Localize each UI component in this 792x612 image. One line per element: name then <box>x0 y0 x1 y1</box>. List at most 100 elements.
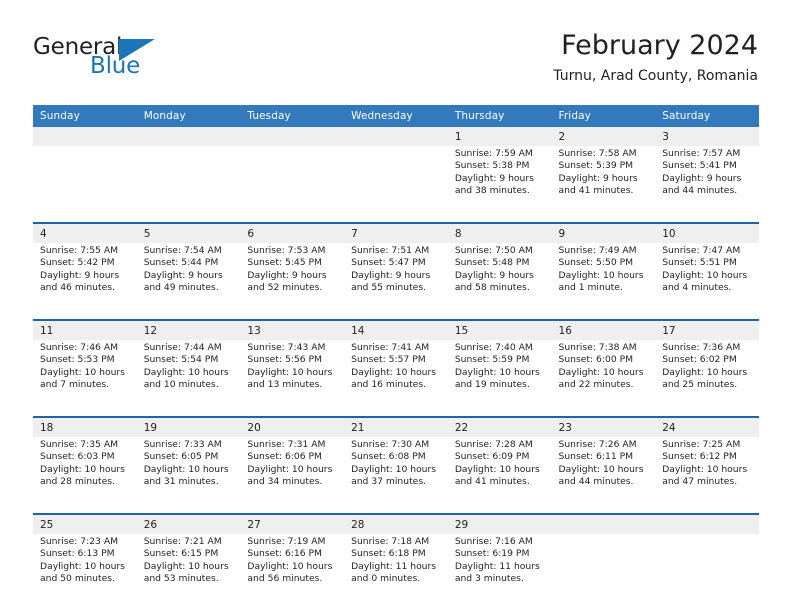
day-detail-line: Daylight: 10 hours <box>247 560 333 572</box>
day-detail-cell[interactable]: Sunrise: 7:26 AM Sunset: 6:11 PM Daylight:… <box>551 437 656 514</box>
day-number-cell[interactable]: 11 <box>33 319 137 340</box>
day-detail-cell[interactable]: Sunrise: 7:44 AM Sunset: 5:54 PM Daylight:… <box>136 340 241 417</box>
day-detail-line: Sunset: 5:51 PM <box>662 257 737 269</box>
day-detail-line: and 55 minutes. <box>351 282 427 294</box>
day-detail-line: and 58 minutes. <box>454 282 530 294</box>
day-number-cell[interactable]: 23 <box>551 416 656 437</box>
day-detail-cell[interactable]: Sunrise: 7:59 AM Sunset: 5:38 PM Daylight:… <box>447 146 552 223</box>
day-number-cell[interactable]: 16 <box>551 319 656 340</box>
day-detail-line: and 47 minutes. <box>662 476 738 488</box>
empty-day-number-cell <box>33 127 137 146</box>
day-detail-line: Sunrise: 7:23 AM <box>40 536 119 547</box>
day-number-cell[interactable]: 24 <box>655 416 759 437</box>
day-detail-line: Sunset: 6:18 PM <box>351 548 426 560</box>
day-detail-cell[interactable]: Sunrise: 7:53 AM Sunset: 5:45 PM Daylight:… <box>240 243 345 320</box>
day-number-cell[interactable]: 21 <box>344 416 448 437</box>
day-detail-line: Sunrise: 7:33 AM <box>143 439 222 450</box>
empty-day-number-cell <box>240 127 345 146</box>
day-detail-line: Sunrise: 7:47 AM <box>662 245 741 256</box>
day-detail-cell[interactable]: Sunrise: 7:23 AM Sunset: 6:13 PM Daylight:… <box>33 534 137 610</box>
day-detail-line: Sunrise: 7:54 AM <box>143 245 222 256</box>
day-detail-line: Sunrise: 7:41 AM <box>351 342 430 353</box>
day-number-cell[interactable]: 3 <box>655 127 759 146</box>
page-header: General Blue February 2024 Turnu, Arad C… <box>0 0 792 100</box>
day-number-cell[interactable]: 22 <box>447 416 552 437</box>
day-number-cell[interactable]: 14 <box>344 319 448 340</box>
day-detail-line: and 44 minutes. <box>558 476 634 488</box>
day-number-cell[interactable]: 13 <box>240 319 345 340</box>
day-number-cell[interactable]: 10 <box>655 222 759 243</box>
week-detail-row: Sunrise: 7:35 AM Sunset: 6:03 PM Daylight:… <box>33 437 759 514</box>
weekday-header-sunday: Sunday <box>33 105 137 127</box>
day-detail-cell[interactable]: Sunrise: 7:50 AM Sunset: 5:48 PM Daylight:… <box>447 243 552 320</box>
day-detail-line: Sunset: 5:38 PM <box>454 160 530 172</box>
week-daynumber-row: 4 5 6 7 8 9 10 <box>33 222 759 243</box>
day-detail-cell[interactable]: Sunrise: 7:25 AM Sunset: 6:12 PM Daylight:… <box>655 437 759 514</box>
day-detail-line: Sunset: 5:56 PM <box>247 354 322 366</box>
day-number-cell[interactable]: 15 <box>447 319 552 340</box>
day-number-cell[interactable]: 5 <box>136 222 241 243</box>
day-detail-line: Daylight: 9 hours <box>143 269 223 281</box>
day-detail-line: and 53 minutes. <box>143 573 219 585</box>
day-detail-cell[interactable]: Sunrise: 7:19 AM Sunset: 6:16 PM Daylight:… <box>240 534 345 610</box>
day-number-cell[interactable]: 7 <box>344 222 448 243</box>
day-detail-cell[interactable]: Sunrise: 7:43 AM Sunset: 5:56 PM Daylight:… <box>240 340 345 417</box>
day-detail-line: Sunrise: 7:36 AM <box>662 342 741 353</box>
day-detail-cell[interactable]: Sunrise: 7:47 AM Sunset: 5:51 PM Daylight:… <box>655 243 759 320</box>
day-number-cell[interactable]: 6 <box>240 222 345 243</box>
day-detail-cell[interactable]: Sunrise: 7:40 AM Sunset: 5:59 PM Daylight:… <box>447 340 552 417</box>
day-number-cell[interactable]: 25 <box>33 513 137 534</box>
day-detail-line: Sunset: 5:41 PM <box>662 160 737 172</box>
day-detail-cell[interactable]: Sunrise: 7:49 AM Sunset: 5:50 PM Daylight:… <box>551 243 656 320</box>
empty-day-number-cell <box>344 127 448 146</box>
day-detail-cell[interactable]: Sunrise: 7:31 AM Sunset: 6:06 PM Daylight:… <box>240 437 345 514</box>
day-detail-cell[interactable]: Sunrise: 7:33 AM Sunset: 6:05 PM Daylight:… <box>136 437 241 514</box>
day-detail-line: Sunrise: 7:55 AM <box>40 245 119 256</box>
day-number-cell[interactable]: 2 <box>551 127 656 146</box>
page-title: February 2024 <box>561 30 758 61</box>
day-detail-cell[interactable]: Sunrise: 7:38 AM Sunset: 6:00 PM Daylight:… <box>551 340 656 417</box>
day-detail-cell[interactable]: Sunrise: 7:55 AM Sunset: 5:42 PM Daylight:… <box>33 243 137 320</box>
day-detail-line: Sunrise: 7:57 AM <box>662 148 741 159</box>
day-detail-line: Sunset: 5:45 PM <box>247 257 322 269</box>
day-detail-cell[interactable]: Sunrise: 7:46 AM Sunset: 5:53 PM Daylight:… <box>33 340 137 417</box>
weekday-header-wednesday: Wednesday <box>344 105 448 127</box>
day-detail-line: Sunset: 6:09 PM <box>454 451 530 463</box>
day-number-cell[interactable]: 27 <box>240 513 345 534</box>
day-detail-line: Sunset: 6:16 PM <box>247 548 322 560</box>
day-number-cell[interactable]: 4 <box>33 222 137 243</box>
day-detail-cell[interactable]: Sunrise: 7:51 AM Sunset: 5:47 PM Daylight:… <box>344 243 448 320</box>
day-detail-line: Sunrise: 7:35 AM <box>40 439 119 450</box>
day-number-cell[interactable]: 28 <box>344 513 448 534</box>
day-number-cell[interactable]: 12 <box>136 319 241 340</box>
day-number-cell[interactable]: 29 <box>447 513 552 534</box>
day-number-cell[interactable]: 26 <box>136 513 241 534</box>
day-number-cell[interactable]: 1 <box>447 127 552 146</box>
day-detail-cell[interactable]: Sunrise: 7:18 AM Sunset: 6:18 PM Daylight:… <box>344 534 448 610</box>
day-detail-cell[interactable]: Sunrise: 7:58 AM Sunset: 5:39 PM Daylight:… <box>551 146 656 223</box>
day-number-cell[interactable]: 19 <box>136 416 241 437</box>
day-detail-cell[interactable]: Sunrise: 7:30 AM Sunset: 6:08 PM Daylight:… <box>344 437 448 514</box>
weekday-header-thursday: Thursday <box>447 105 552 127</box>
day-detail-line: Daylight: 10 hours <box>247 463 333 475</box>
day-detail-cell[interactable]: Sunrise: 7:28 AM Sunset: 6:09 PM Daylight:… <box>447 437 552 514</box>
day-number-cell[interactable]: 9 <box>551 222 656 243</box>
day-detail-cell[interactable]: Sunrise: 7:36 AM Sunset: 6:02 PM Daylight:… <box>655 340 759 417</box>
day-detail-line: Daylight: 11 hours <box>454 560 540 572</box>
day-detail-line: and 37 minutes. <box>351 476 427 488</box>
day-number-cell[interactable]: 20 <box>240 416 345 437</box>
day-detail-cell[interactable]: Sunrise: 7:41 AM Sunset: 5:57 PM Daylight:… <box>344 340 448 417</box>
day-detail-cell[interactable]: Sunrise: 7:57 AM Sunset: 5:41 PM Daylight:… <box>655 146 759 223</box>
day-detail-line: and 31 minutes. <box>143 476 219 488</box>
week-daynumber-row: 123 <box>33 127 759 146</box>
day-detail-line: Sunrise: 7:18 AM <box>351 536 430 547</box>
day-number-cell[interactable]: 8 <box>447 222 552 243</box>
day-detail-line: Sunset: 5:57 PM <box>351 354 426 366</box>
day-detail-cell[interactable]: Sunrise: 7:35 AM Sunset: 6:03 PM Daylight:… <box>33 437 137 514</box>
day-number-cell[interactable]: 18 <box>33 416 137 437</box>
day-number-cell[interactable]: 17 <box>655 319 759 340</box>
day-detail-cell[interactable]: Sunrise: 7:54 AM Sunset: 5:44 PM Daylight:… <box>136 243 241 320</box>
day-detail-cell[interactable]: Sunrise: 7:16 AM Sunset: 6:19 PM Daylight:… <box>447 534 552 610</box>
day-detail-line: Sunset: 5:59 PM <box>454 354 530 366</box>
day-detail-cell[interactable]: Sunrise: 7:21 AM Sunset: 6:15 PM Daylight:… <box>136 534 241 610</box>
